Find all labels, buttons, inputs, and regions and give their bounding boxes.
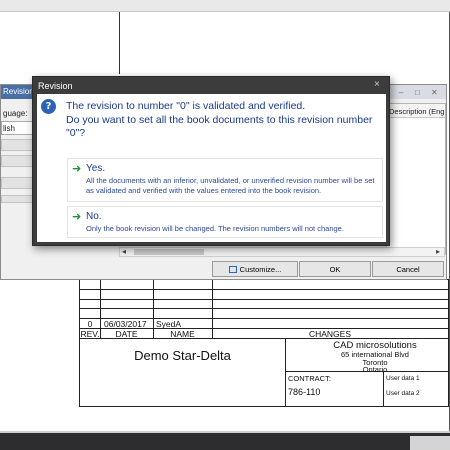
option-no-description: Only the book revision will be changed. … [86, 224, 344, 233]
left-field[interactable] [1, 139, 35, 151]
horizontal-scrollbar[interactable]: ◂ ▸ [119, 247, 445, 257]
scroll-left-icon[interactable]: ◂ [122, 247, 126, 256]
status-bar-button[interactable] [410, 436, 450, 450]
revision-dialog: Revision × ? The revision to number "0" … [32, 76, 390, 246]
rev-name: SyedA [156, 319, 182, 329]
language-select[interactable]: lish [1, 121, 35, 135]
language-label: guage: [3, 109, 28, 118]
close-icon[interactable]: ✕ [431, 88, 438, 97]
left-field[interactable] [1, 177, 35, 189]
rev-header: REV. [80, 329, 100, 339]
option-no[interactable]: ➜ No. Only the book revision will be cha… [67, 206, 383, 238]
drawing-title: Demo Star-Delta [134, 348, 231, 363]
customize-label: Customize... [239, 265, 282, 274]
drawing-line [119, 12, 120, 74]
top-toolbar-strip [0, 0, 450, 12]
minimize-icon[interactable]: – [399, 88, 403, 97]
green-arrow-icon: ➜ [72, 210, 82, 223]
option-yes[interactable]: ➜ Yes. All the documents with an inferio… [67, 158, 383, 202]
user-data-1: User data 1 [386, 375, 420, 382]
tb-line [80, 308, 448, 309]
changes-header: CHANGES [308, 329, 352, 339]
customize-icon [228, 266, 237, 273]
rev-date: 06/03/2017 [104, 319, 147, 329]
question-icon: ? [41, 99, 56, 114]
maximize-icon[interactable]: □ [415, 88, 420, 97]
contract-value: 786-110 [288, 387, 321, 397]
tb-line [80, 289, 448, 290]
rev-value: 0 [87, 319, 93, 329]
user-data-2: User data 2 [386, 390, 420, 397]
company-province: Ontario [362, 365, 388, 374]
option-no-title: No. [86, 211, 102, 222]
tb-line [383, 371, 384, 406]
revision-dialog-title: Revision [38, 81, 73, 91]
contract-label: CONTRACT: [288, 374, 331, 383]
name-header: NAME [170, 329, 195, 339]
left-field[interactable] [1, 195, 35, 203]
description-header[interactable]: Description (Engl [387, 104, 445, 118]
description-column[interactable]: Description (Engl [386, 103, 446, 255]
date-header: DATE [115, 329, 138, 339]
revision-dialog-body: ? The revision to number "0" is validate… [37, 94, 386, 242]
title-block: 0 06/03/2017 SyedA REV. DATE NAME CHANGE… [79, 279, 449, 407]
ok-button[interactable]: OK [299, 261, 371, 277]
option-yes-description: All the documents with an inferior, unva… [86, 176, 375, 195]
left-field[interactable] [1, 155, 35, 167]
revision-message: The revision to number "0" is validated … [66, 100, 373, 139]
bottom-status-bar [0, 433, 450, 450]
scrollbar-thumb[interactable] [134, 249, 204, 255]
option-yes-title: Yes. [86, 163, 106, 174]
close-icon[interactable]: × [374, 79, 380, 90]
customize-button[interactable]: Customize... [212, 261, 298, 277]
tb-line [80, 299, 448, 300]
green-arrow-icon: ➜ [72, 162, 82, 175]
scroll-right-icon[interactable]: ▸ [436, 247, 440, 256]
cancel-button[interactable]: Cancel [372, 261, 444, 277]
